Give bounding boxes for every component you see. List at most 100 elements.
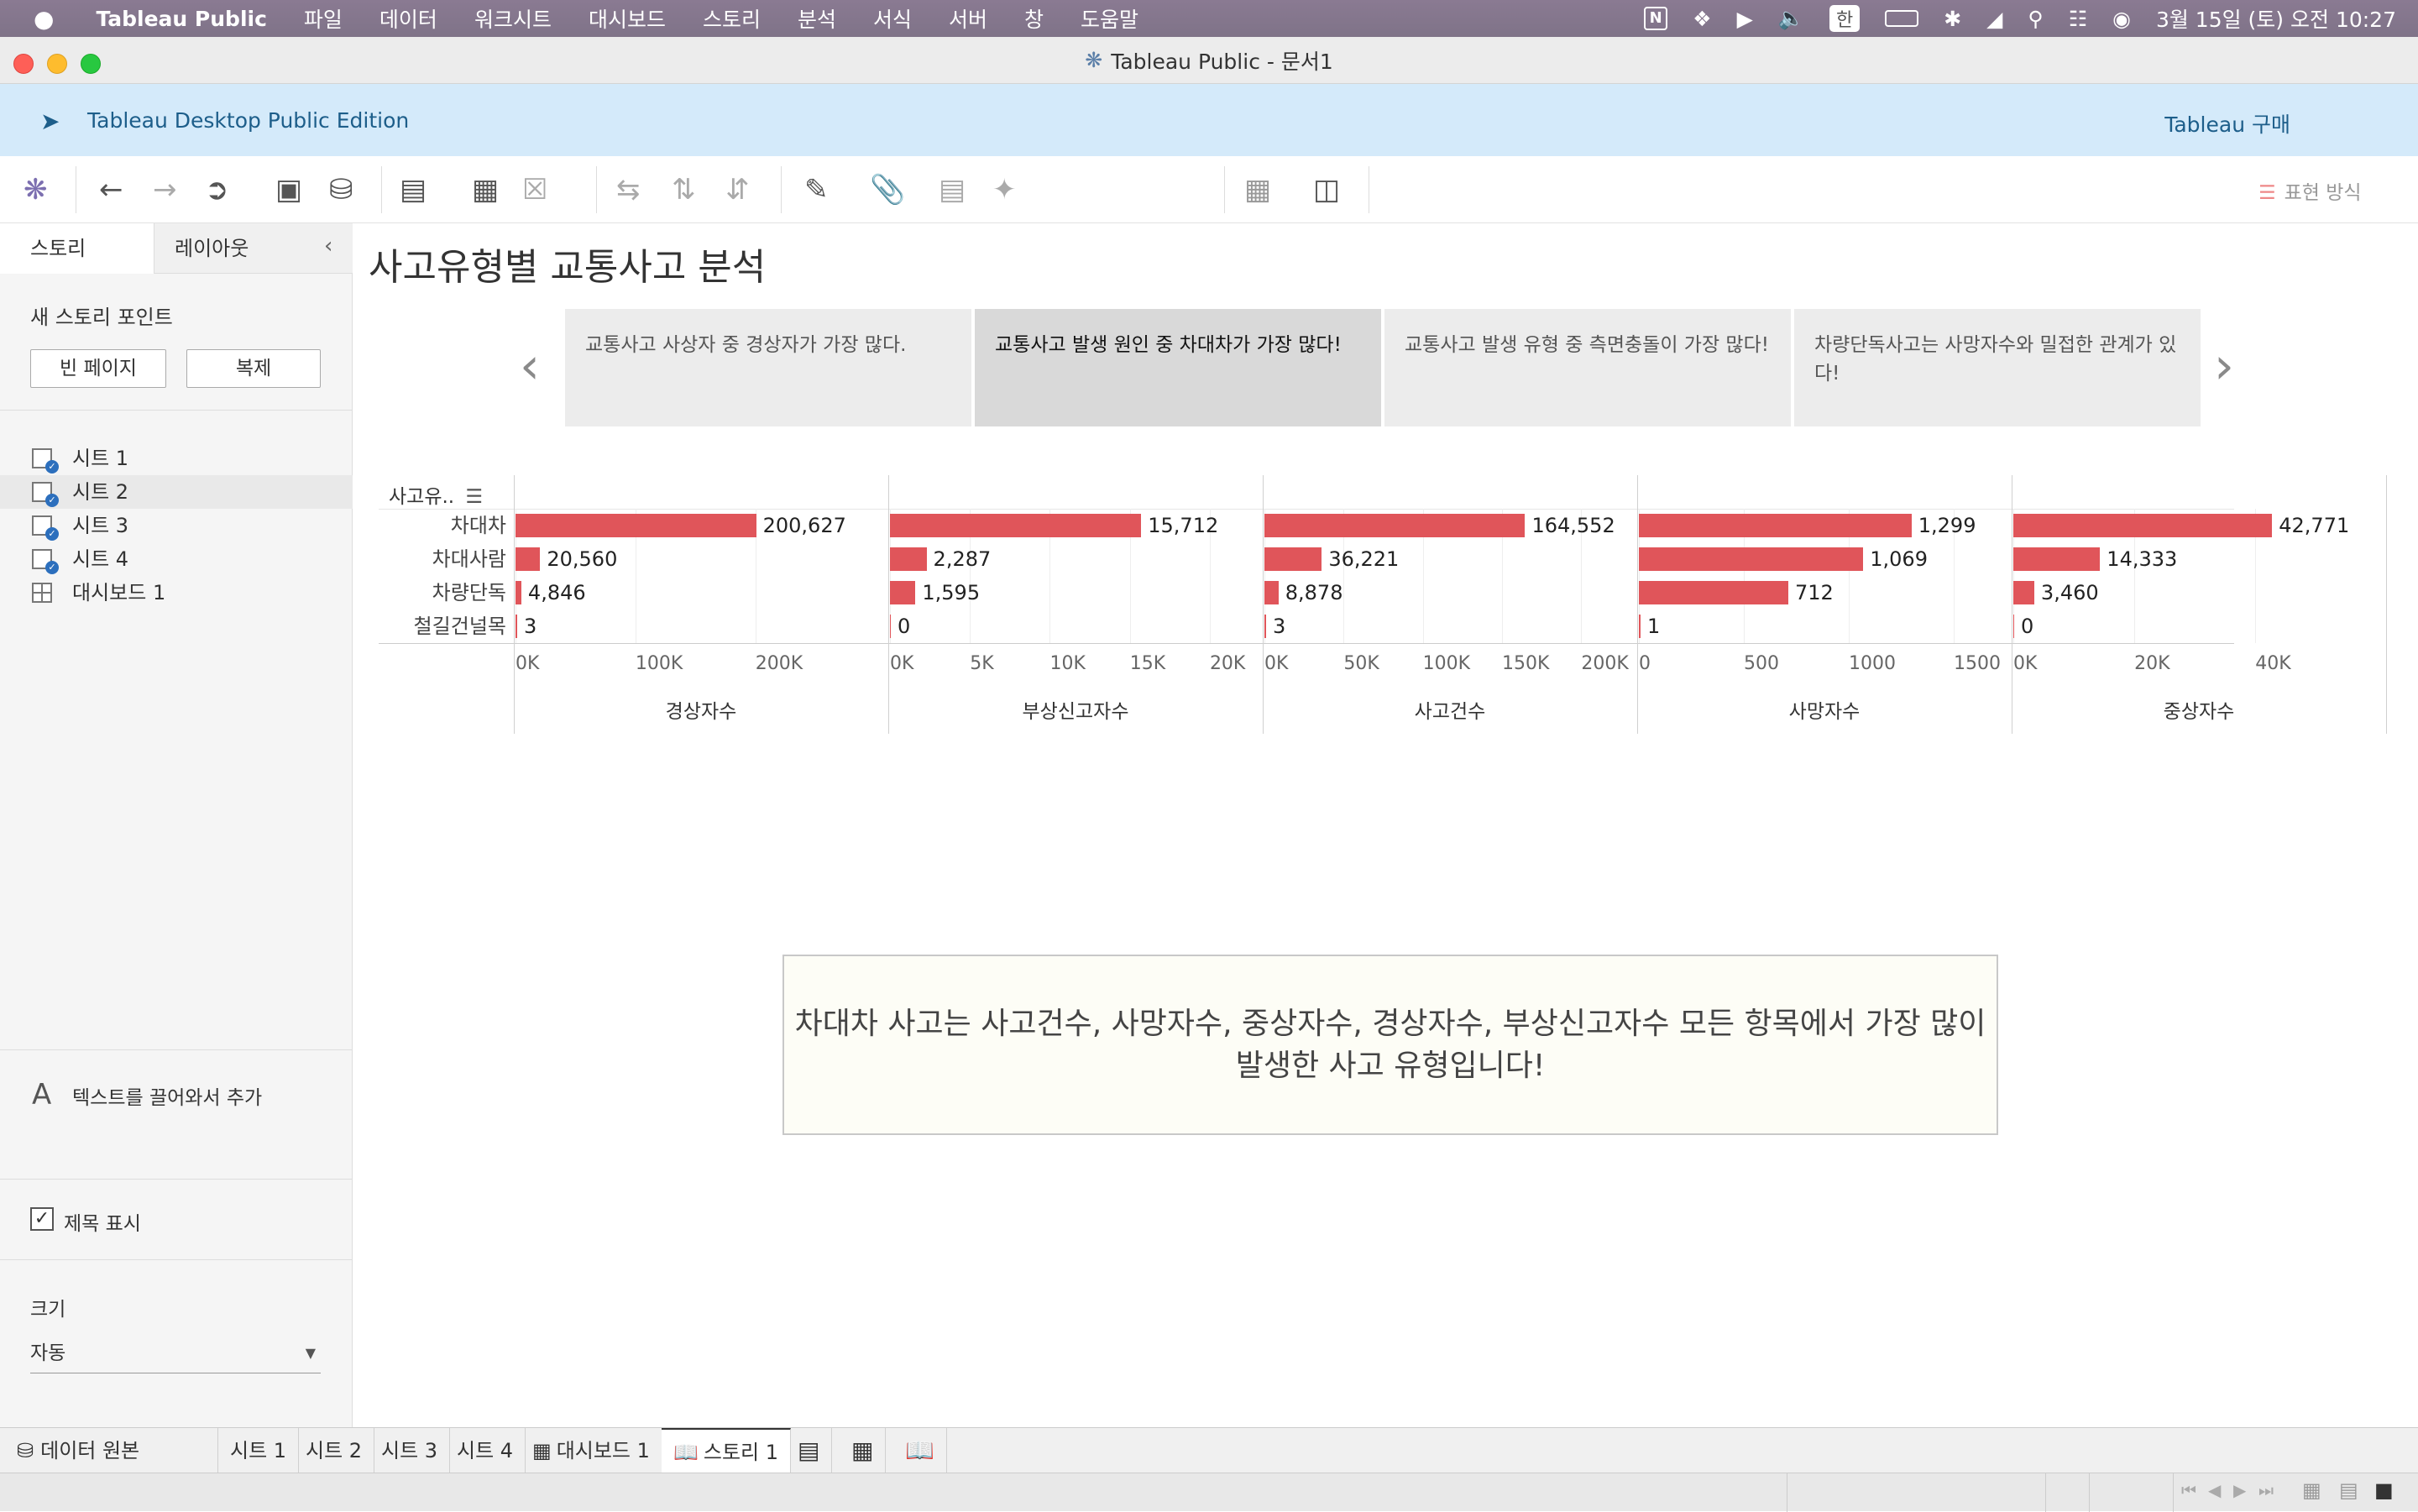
close-window-button[interactable] <box>13 54 34 74</box>
notion-icon[interactable]: N <box>1644 7 1668 30</box>
show-title-label[interactable]: 제목 표시 <box>64 1207 141 1236</box>
category-label[interactable]: 차대차 <box>355 509 506 542</box>
bar-mark[interactable] <box>1639 581 1788 604</box>
sort-ascending-icon[interactable]: ⇅ <box>672 173 696 207</box>
tab-sheet-4[interactable]: 시트 4 <box>445 1428 526 1473</box>
volume-icon[interactable]: 🔈 <box>1778 6 1804 31</box>
show-me-button[interactable]: ☰ 표현 방식 <box>2258 176 2362 205</box>
fix-axes-icon[interactable]: ✦ <box>992 173 1017 207</box>
buy-tableau-link[interactable]: Tableau 구매 <box>2164 108 2290 139</box>
bar-mark[interactable] <box>890 547 927 571</box>
new-data-source-icon[interactable]: ⛁ <box>329 173 353 207</box>
dashboard-item-1[interactable]: 대시보드 1 <box>0 576 353 610</box>
dropbox-icon[interactable]: ❖ <box>1693 7 1711 31</box>
tab-sheet-3[interactable]: 시트 3 <box>369 1428 451 1473</box>
redo-dropdown-icon[interactable]: ➲ <box>205 173 229 207</box>
bar-mark[interactable] <box>890 581 916 604</box>
drag-text-label[interactable]: 텍스트를 끌어와서 추가 <box>72 1081 262 1110</box>
bar-mark[interactable] <box>2013 547 2101 571</box>
group-members-icon[interactable]: 📎 <box>870 173 905 207</box>
new-worksheet-tab-icon[interactable]: ▤ <box>786 1428 833 1473</box>
bar-mark[interactable] <box>890 514 1142 537</box>
sheet-item-3[interactable]: ✓ 시트 3 <box>0 509 353 542</box>
zoom-window-button[interactable] <box>81 54 101 74</box>
row-header[interactable]: 사고유.. ☰ <box>389 480 483 509</box>
tab-sheet-2[interactable]: 시트 2 <box>294 1428 375 1473</box>
menu-worksheet[interactable]: 워크시트 <box>456 3 570 34</box>
first-page-icon[interactable]: ⏮ <box>2181 1480 2196 1500</box>
input-source-indicator[interactable]: 한 <box>1829 5 1861 32</box>
filmstrip-icon[interactable]: ▤ <box>2339 1478 2358 1502</box>
forward-icon[interactable]: → <box>153 173 177 207</box>
app-menu[interactable]: Tableau Public <box>72 7 285 31</box>
bar-mark[interactable] <box>516 581 521 604</box>
bar-mark[interactable] <box>1639 615 1641 638</box>
bar-mark[interactable] <box>2013 615 2014 638</box>
menu-window[interactable]: 창 <box>1006 3 1062 34</box>
previous-page-icon[interactable]: ◀ <box>2208 1480 2221 1500</box>
new-worksheet-icon[interactable]: ▤ <box>400 173 427 207</box>
highlight-icon[interactable]: ✎ <box>804 173 829 207</box>
tab-data-source[interactable]: ⛁ 데이터 원본 <box>0 1428 218 1473</box>
sheet-sorter-icon[interactable]: ▦ <box>2302 1478 2321 1502</box>
minimize-window-button[interactable] <box>47 54 67 74</box>
menu-help[interactable]: 도움말 <box>1062 3 1157 34</box>
clock[interactable]: 3월 15일 (토) 오전 10:27 <box>2156 3 2396 34</box>
sheet-item-1[interactable]: ✓ 시트 1 <box>0 442 353 475</box>
blank-page-button[interactable]: 빈 페이지 <box>30 349 166 388</box>
save-icon[interactable]: ▣ <box>275 173 302 207</box>
category-label[interactable]: 차대사람 <box>355 542 506 576</box>
category-label[interactable]: 차량단독 <box>355 576 506 610</box>
menu-analysis[interactable]: 분석 <box>779 3 855 34</box>
search-icon[interactable]: ⚲ <box>2028 7 2043 31</box>
tab-dashboard-1[interactable]: ▦ 대시보드 1 <box>521 1428 662 1473</box>
play-icon[interactable]: ▶ <box>1737 7 1753 31</box>
menu-file[interactable]: 파일 <box>285 3 361 34</box>
show-labels-icon[interactable]: ▤ <box>939 173 966 207</box>
tab-story-1[interactable]: 📖 스토리 1 <box>662 1428 792 1473</box>
apple-menu-icon[interactable]: ● <box>0 5 72 33</box>
sort-icon[interactable]: ☰ <box>465 486 483 508</box>
bar-mark[interactable] <box>1264 581 1279 604</box>
duplicate-button[interactable]: 복제 <box>186 349 321 388</box>
bar-mark[interactable] <box>1639 547 1864 571</box>
back-icon[interactable]: ← <box>99 173 123 207</box>
measure-header[interactable]: 부상신고자수 <box>888 695 1263 724</box>
collapse-sidebar-icon[interactable]: ‹ <box>324 233 332 259</box>
last-page-icon[interactable]: ⏭ <box>2258 1480 2274 1500</box>
category-label[interactable]: 철길건널목 <box>355 610 506 643</box>
swap-rows-columns-icon[interactable]: ⇆ <box>616 173 641 207</box>
measure-header[interactable]: 사망자수 <box>1637 695 2012 724</box>
show-cards-icon[interactable]: ▦ <box>1244 173 1271 207</box>
bar-mark[interactable] <box>1264 547 1322 571</box>
new-story-tab-icon[interactable]: 📖 <box>893 1428 947 1473</box>
next-page-icon[interactable]: ▶ <box>2233 1480 2246 1500</box>
bar-mark[interactable] <box>516 514 756 537</box>
battery-icon[interactable] <box>1885 10 1919 27</box>
measure-header[interactable]: 사고건수 <box>1263 695 1637 724</box>
tab-sheet-1[interactable]: 시트 1 <box>218 1428 300 1473</box>
wifi-icon[interactable]: ◢ <box>1986 7 2002 31</box>
sheet-item-4[interactable]: ✓ 시트 4 <box>0 542 353 576</box>
siri-icon[interactable]: ◉ <box>2112 7 2131 31</box>
sort-descending-icon[interactable]: ⇵ <box>725 173 750 207</box>
show-title-checkbox[interactable]: ✓ <box>30 1207 54 1231</box>
bar-mark[interactable] <box>2013 581 2034 604</box>
menu-data[interactable]: 데이터 <box>361 3 456 34</box>
bar-mark[interactable] <box>2013 514 2273 537</box>
bar-mark[interactable] <box>1639 514 1912 537</box>
bar-mark[interactable] <box>516 547 541 571</box>
text-object-icon[interactable]: A <box>32 1078 51 1112</box>
menu-format[interactable]: 서식 <box>855 3 930 34</box>
new-dashboard-tab-icon[interactable]: ▦ <box>840 1428 887 1473</box>
tab-story[interactable]: 스토리 <box>0 223 154 274</box>
control-center-icon[interactable]: ☷ <box>2069 7 2087 31</box>
sheet-item-2[interactable]: ✓ 시트 2 <box>0 475 353 509</box>
duplicate-sheet-icon[interactable]: ▦ <box>472 173 499 207</box>
menu-server[interactable]: 서버 <box>930 3 1006 34</box>
tabs-view-icon[interactable]: ■ <box>2374 1478 2394 1502</box>
size-dropdown[interactable]: 자동 ▼ <box>30 1337 321 1373</box>
bar-mark[interactable] <box>890 615 891 638</box>
menu-dashboard[interactable]: 대시보드 <box>570 3 684 34</box>
measure-header[interactable]: 경상자수 <box>514 695 888 724</box>
